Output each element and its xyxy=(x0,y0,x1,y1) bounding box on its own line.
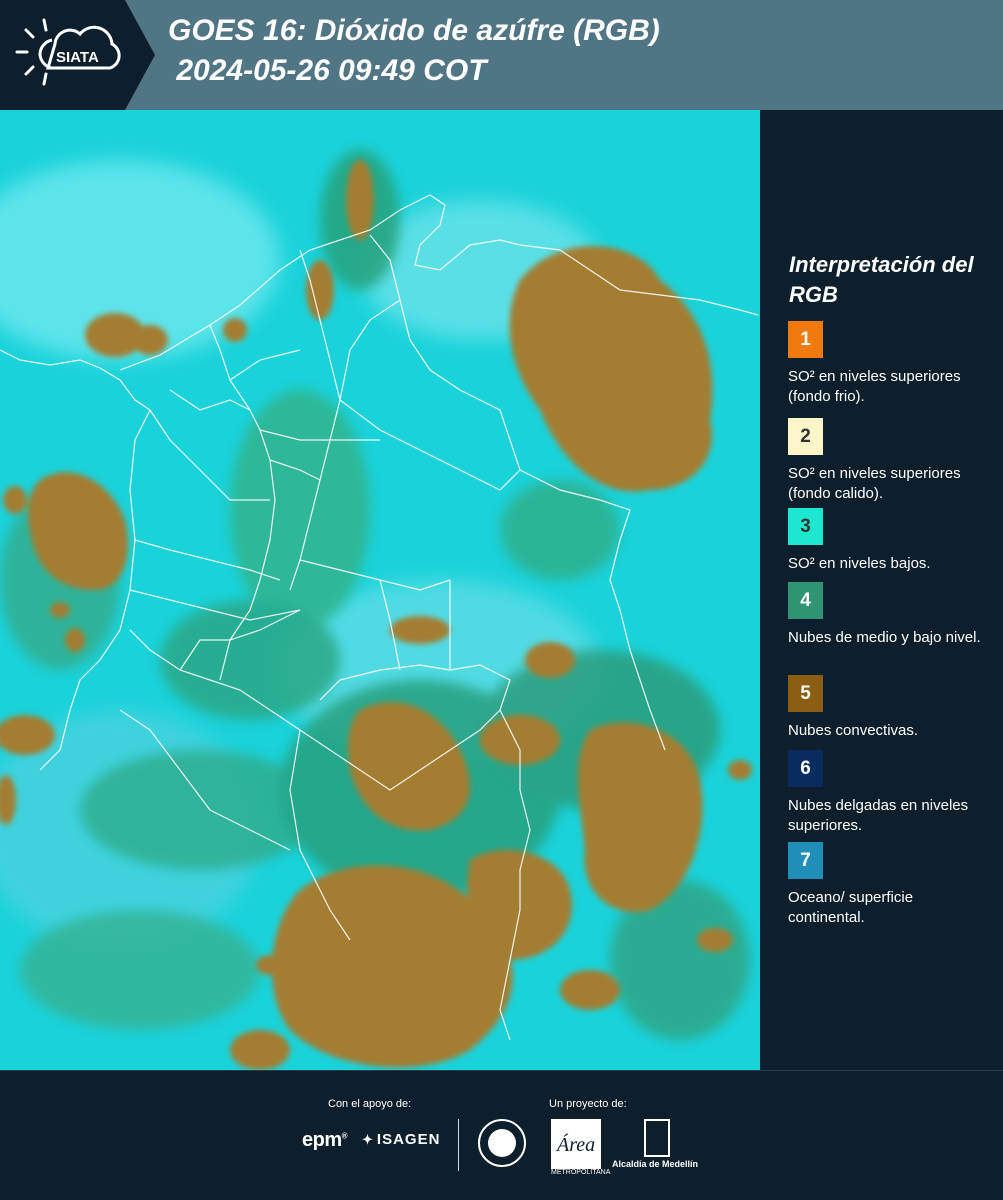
isagen-logo-text: ISAGEN xyxy=(376,1131,441,1148)
legend-label-6: Nubes delgadas en niveles superiores. xyxy=(788,797,969,834)
area-metropolitana-logo: Área xyxy=(551,1119,601,1169)
isagen-logo: ✦ ISAGEN xyxy=(362,1131,440,1148)
alcaldia-crest-icon xyxy=(644,1119,670,1157)
legend-label-2: SO² en niveles superiores (fondo calido)… xyxy=(788,465,961,502)
legend-label-1: SO² en niveles superiores (fondo frio). xyxy=(788,368,961,405)
project-label: Un proyecto de: xyxy=(549,1098,627,1110)
legend-swatch-2: 2 xyxy=(788,418,823,455)
footer-divider xyxy=(458,1119,459,1171)
legend-swatch-1: 1 xyxy=(788,321,823,358)
legend-swatch-6: 6 xyxy=(788,750,823,787)
header-bar: SIATA GOES 16: Dióxido de azúfre (RGB) 2… xyxy=(0,0,1003,110)
area-metropolitana-text: METROPOLITANA xyxy=(551,1169,611,1176)
support-label: Con el apoyo de: xyxy=(328,1098,412,1110)
svg-text:Área: Área xyxy=(555,1133,595,1156)
legend-title: Interpretación del RGB xyxy=(789,252,974,307)
siata-logo-text: SIATA xyxy=(56,49,99,66)
legend-panel: Interpretación del RGB 1 SO² en niveles … xyxy=(760,110,1003,1070)
footer: Con el apoyo de: Un proyecto de: epm® ✦ … xyxy=(0,1070,1003,1200)
legend-label-7: Oceano/ superficie continental. xyxy=(788,889,914,926)
satellite-map xyxy=(0,110,760,1070)
page-title: GOES 16: Dióxido de azúfre (RGB) xyxy=(168,14,660,47)
epm-logo: epm® xyxy=(302,1129,348,1151)
legend-swatch-7: 7 xyxy=(788,842,823,879)
legend-label-4: Nubes de medio y bajo nivel. xyxy=(788,629,981,646)
epm-logo-text: epm xyxy=(302,1129,342,1151)
legend-label-3: SO² en niveles bajos. xyxy=(788,555,931,572)
alcaldia-text: Alcaldía de Medellín xyxy=(612,1159,699,1169)
legend-swatch-5: 5 xyxy=(788,675,823,712)
siata-logo: SIATA xyxy=(0,0,160,110)
legend-label-5: Nubes convectivas. xyxy=(788,722,919,739)
page-timestamp: 2024-05-26 09:49 COT xyxy=(168,54,487,87)
legend-swatch-3: 3 xyxy=(788,508,823,545)
legend-swatch-4: 4 xyxy=(788,582,823,619)
universidad-seal-icon xyxy=(478,1119,526,1167)
isagen-mark-icon: ✦ xyxy=(362,1131,374,1147)
